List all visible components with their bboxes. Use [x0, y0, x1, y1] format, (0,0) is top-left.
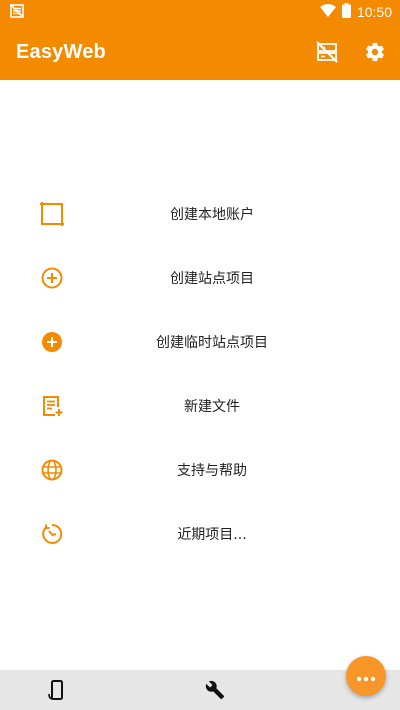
create-temp-site-project-item[interactable]: 创建临时站点项目: [0, 310, 400, 374]
settings-icon[interactable]: [362, 39, 388, 65]
bottom-bar: [0, 670, 400, 710]
menu-item-label: 新建文件: [184, 399, 240, 415]
wrench-icon[interactable]: [203, 678, 227, 702]
new-file-item[interactable]: 新建文件: [0, 374, 400, 438]
server-off-icon[interactable]: [314, 39, 340, 65]
menu-item-label: 支持与帮助: [177, 463, 247, 479]
phone-rotate-icon[interactable]: [44, 678, 68, 702]
status-time: 10:50: [356, 4, 392, 20]
more-fab-button[interactable]: [346, 656, 386, 696]
create-local-account-item[interactable]: 创建本地账户: [0, 182, 400, 246]
status-bar: 10:50: [0, 0, 400, 24]
no-sim-icon: [9, 2, 25, 22]
battery-icon: [341, 2, 351, 22]
create-site-project-item[interactable]: 创建站点项目: [0, 246, 400, 310]
menu-item-label: 创建站点项目: [170, 271, 254, 287]
wifi-icon: [319, 3, 336, 22]
app-title: EasyWeb: [16, 40, 106, 63]
more-horizontal-icon: [356, 667, 376, 686]
main-menu: 创建本地账户 创建站点项目 创建临时站点项目 新建文件 支持与帮助 近期项目..…: [0, 182, 400, 566]
app-bar: EasyWeb: [0, 24, 400, 80]
support-help-item[interactable]: 支持与帮助: [0, 438, 400, 502]
menu-item-label: 创建临时站点项目: [156, 335, 268, 351]
menu-item-label: 创建本地账户: [170, 207, 254, 223]
recent-projects-item[interactable]: 近期项目...: [0, 502, 400, 566]
menu-item-label: 近期项目...: [177, 527, 247, 543]
